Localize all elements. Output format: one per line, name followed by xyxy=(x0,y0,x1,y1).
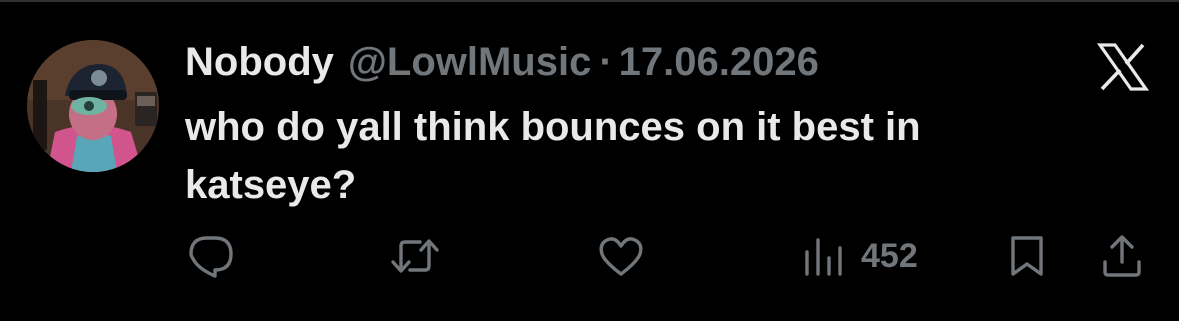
bookmark-icon xyxy=(1011,236,1043,276)
share-button[interactable] xyxy=(1100,234,1144,278)
tweet-card: Nobody @LowlMusic · 17.06.2026 who do ya… xyxy=(0,0,1179,321)
display-name[interactable]: Nobody xyxy=(185,38,334,86)
user-handle[interactable]: @LowlMusic xyxy=(348,38,591,86)
separator-dot: · xyxy=(599,40,613,84)
views-bar-chart-icon xyxy=(805,238,842,276)
share-icon xyxy=(1103,235,1141,277)
like-button[interactable] xyxy=(597,234,645,278)
views-button[interactable]: 452 xyxy=(803,234,918,278)
x-logo-icon xyxy=(1096,43,1150,91)
tweet-date[interactable]: 17.06.2026 xyxy=(619,38,819,86)
bookmark-button[interactable] xyxy=(1007,234,1047,278)
avatar[interactable] xyxy=(27,40,159,172)
heart-icon xyxy=(599,237,643,276)
retweet-icon xyxy=(391,239,439,273)
views-count: 452 xyxy=(861,237,918,275)
tweet-header: Nobody @LowlMusic · 17.06.2026 xyxy=(185,38,819,86)
avatar-image xyxy=(27,40,159,172)
reply-icon xyxy=(189,236,233,278)
tweet-text: who do yall think bounces on it best in … xyxy=(185,105,921,207)
divider xyxy=(0,0,1179,2)
retweet-button[interactable] xyxy=(390,234,440,278)
reply-button[interactable] xyxy=(187,234,235,278)
